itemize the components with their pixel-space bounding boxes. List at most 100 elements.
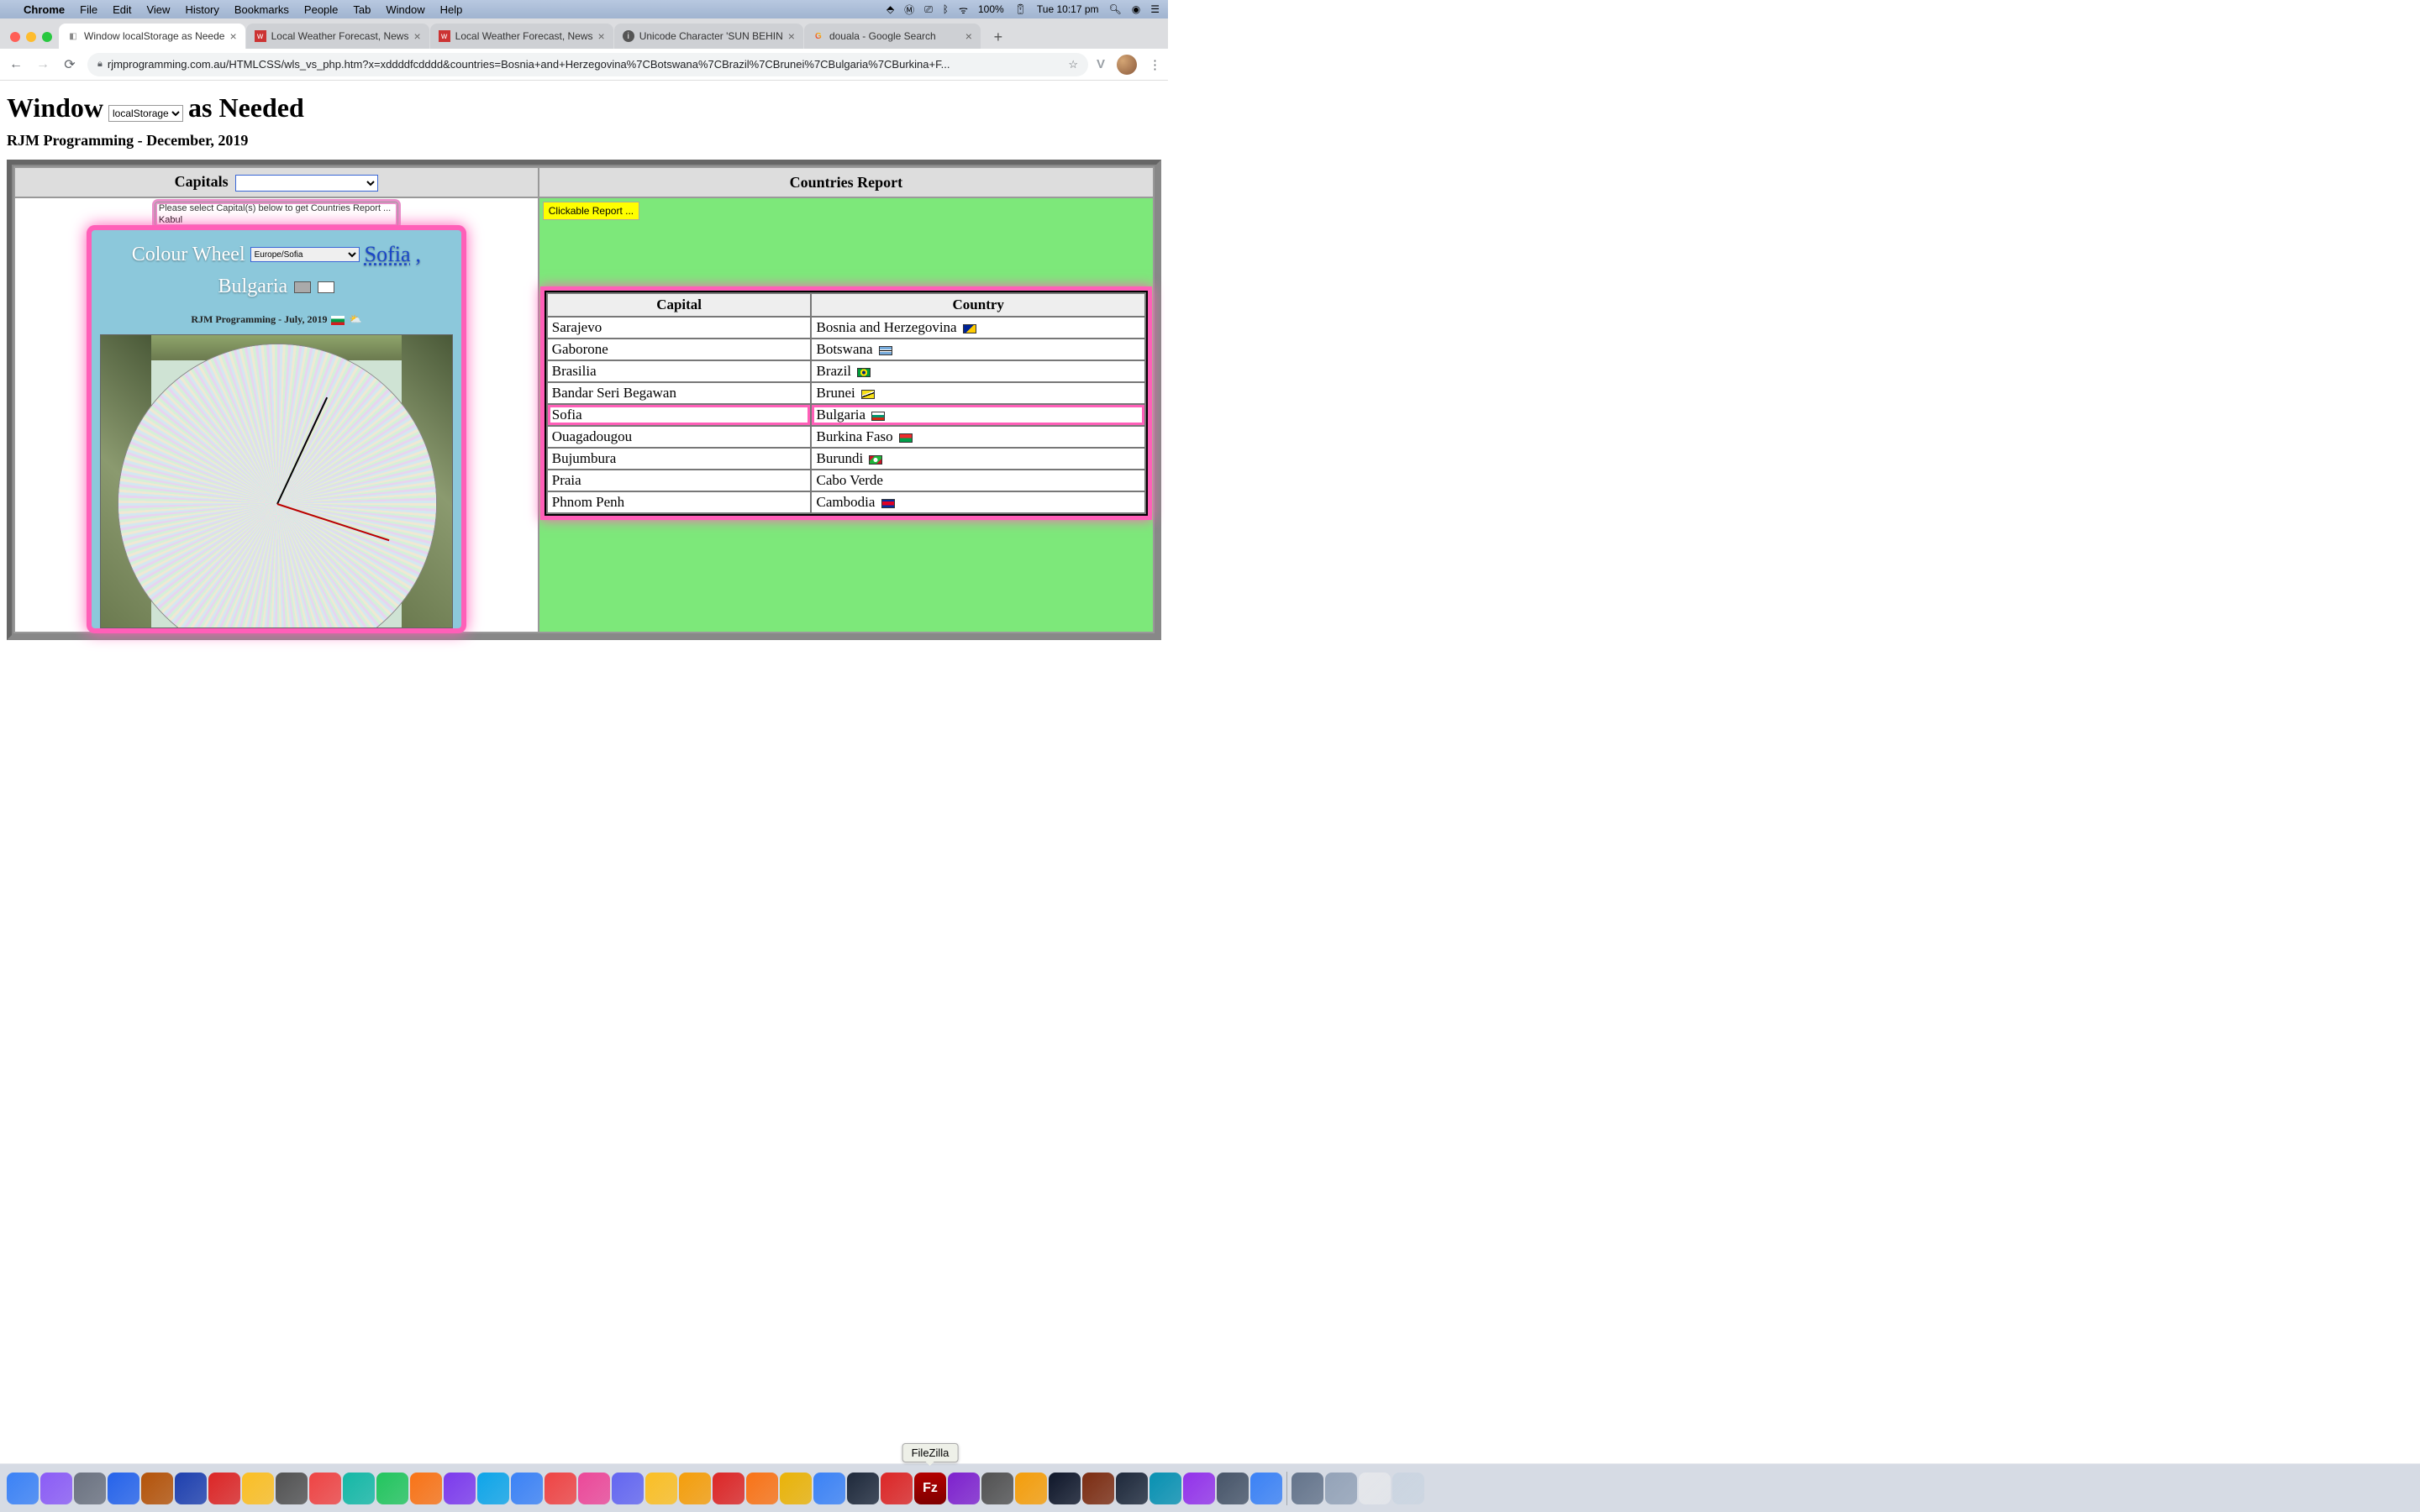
dock-app-12[interactable] xyxy=(410,1473,442,1504)
menu-edit[interactable]: Edit xyxy=(113,3,131,16)
dock-app-15[interactable] xyxy=(511,1473,543,1504)
tab-close-icon[interactable]: × xyxy=(788,29,795,43)
dock-app-5[interactable] xyxy=(175,1473,207,1504)
colour-wheel-image[interactable] xyxy=(100,334,453,628)
dock-app-32[interactable] xyxy=(1082,1473,1114,1504)
browser-tab-3[interactable]: iUnicode Character 'SUN BEHIN× xyxy=(614,24,803,49)
wheel-city-link[interactable]: Sofia xyxy=(365,242,411,267)
dock-app-13[interactable] xyxy=(444,1473,476,1504)
wheel-tz-select[interactable]: Europe/Sofia xyxy=(250,247,360,262)
forward-button[interactable]: → xyxy=(34,55,52,74)
new-tab-button[interactable]: + xyxy=(986,25,1010,49)
title-mode-select[interactable]: localStorage xyxy=(108,105,183,122)
dock-app-25[interactable] xyxy=(847,1473,879,1504)
dock-app-39[interactable] xyxy=(1325,1473,1357,1504)
display-icon[interactable]: ⎚ xyxy=(924,3,933,16)
profile-avatar[interactable] xyxy=(1117,55,1137,75)
table-row[interactable]: Phnom PenhCambodia xyxy=(547,491,1145,513)
dock-app-10[interactable] xyxy=(343,1473,375,1504)
dock-app-3[interactable] xyxy=(108,1473,139,1504)
dock-app-22[interactable] xyxy=(746,1473,778,1504)
dock-app-18[interactable] xyxy=(612,1473,644,1504)
dock-app-16[interactable] xyxy=(544,1473,576,1504)
dock-app-2[interactable] xyxy=(74,1473,106,1504)
dock-app-37[interactable] xyxy=(1250,1473,1282,1504)
table-row[interactable]: Bandar Seri BegawanBrunei xyxy=(547,382,1145,404)
dock-app-11[interactable] xyxy=(376,1473,408,1504)
dock-app-36[interactable] xyxy=(1217,1473,1249,1504)
dock-app-28[interactable] xyxy=(948,1473,980,1504)
dock-app-24[interactable] xyxy=(813,1473,845,1504)
tab-close-icon[interactable]: × xyxy=(965,29,972,43)
dock-app-30[interactable] xyxy=(1015,1473,1047,1504)
dock-app-35[interactable] xyxy=(1183,1473,1215,1504)
reload-button[interactable]: ⟳ xyxy=(60,55,79,74)
battery-percent[interactable]: 100% xyxy=(978,3,1004,15)
dock-app-1[interactable] xyxy=(40,1473,72,1504)
status-icon-1[interactable]: ⬘ xyxy=(886,3,894,15)
minimize-window-button[interactable] xyxy=(26,32,36,42)
dock-app-0[interactable] xyxy=(7,1473,39,1504)
table-row[interactable]: BrasiliaBrazil xyxy=(547,360,1145,382)
dock-app-17[interactable] xyxy=(578,1473,610,1504)
table-row[interactable]: PraiaCabo Verde xyxy=(547,470,1145,491)
menu-people[interactable]: People xyxy=(304,3,338,16)
dock-app-9[interactable] xyxy=(309,1473,341,1504)
menu-bookmarks[interactable]: Bookmarks xyxy=(234,3,289,16)
browser-tab-1[interactable]: wLocal Weather Forecast, News× xyxy=(246,24,429,49)
dock-app-8[interactable] xyxy=(276,1473,308,1504)
dock-app-31[interactable] xyxy=(1049,1473,1081,1504)
dock-app-4[interactable] xyxy=(141,1473,173,1504)
menu-app-name[interactable]: Chrome xyxy=(24,3,65,16)
dock-app-6[interactable] xyxy=(208,1473,240,1504)
wifi-icon[interactable]: ᯤ xyxy=(959,3,968,17)
capitals-option-kabul[interactable]: Kabul xyxy=(155,214,397,226)
capitals-hint-option[interactable]: Please select Capital(s) below to get Co… xyxy=(155,202,397,214)
dock-app-23[interactable] xyxy=(780,1473,812,1504)
menu-file[interactable]: File xyxy=(80,3,97,16)
dock-app-14[interactable] xyxy=(477,1473,509,1504)
menu-help[interactable]: Help xyxy=(440,3,463,16)
browser-tab-2[interactable]: wLocal Weather Forecast, News× xyxy=(430,24,613,49)
menu-window[interactable]: Window xyxy=(386,3,424,16)
dock-app-38[interactable] xyxy=(1292,1473,1323,1504)
dock-app-40[interactable] xyxy=(1359,1473,1391,1504)
table-row[interactable]: SarajevoBosnia and Herzegovina xyxy=(547,317,1145,339)
chrome-menu-icon[interactable]: ⋮ xyxy=(1149,57,1161,72)
menu-tab[interactable]: Tab xyxy=(353,3,371,16)
table-row[interactable]: GaboroneBotswana xyxy=(547,339,1145,360)
menu-view[interactable]: View xyxy=(146,3,170,16)
close-window-button[interactable] xyxy=(10,32,20,42)
back-button[interactable]: ← xyxy=(7,55,25,74)
status-icon-m[interactable]: Ⓜ xyxy=(904,3,914,17)
clickable-report-badge[interactable]: Clickable Report ... xyxy=(543,202,639,220)
dock-app-20[interactable] xyxy=(679,1473,711,1504)
table-row[interactable]: OuagadougouBurkina Faso xyxy=(547,426,1145,448)
dock-app-21[interactable] xyxy=(713,1473,744,1504)
dock-app-33[interactable] xyxy=(1116,1473,1148,1504)
extension-icon[interactable]: V xyxy=(1097,57,1105,71)
browser-tab-4[interactable]: Gdouala - Google Search× xyxy=(804,24,981,49)
tab-close-icon[interactable]: × xyxy=(598,29,605,43)
address-bar[interactable]: 🔒︎ rjmprogramming.com.au/HTMLCSS/wls_vs_… xyxy=(87,53,1088,76)
capitals-multiselect[interactable]: Please select Capital(s) below to get Co… xyxy=(155,202,398,227)
table-row[interactable]: SofiaBulgaria xyxy=(547,404,1145,426)
menu-history[interactable]: History xyxy=(185,3,218,16)
maximize-window-button[interactable] xyxy=(42,32,52,42)
clock[interactable]: Tue 10:17 pm xyxy=(1037,3,1099,15)
dock-app-29[interactable] xyxy=(981,1473,1013,1504)
tab-close-icon[interactable]: × xyxy=(413,29,420,43)
star-icon[interactable]: ☆ xyxy=(1068,58,1078,71)
dock-app-19[interactable] xyxy=(645,1473,677,1504)
spotlight-icon[interactable]: 🔍︎ xyxy=(1109,3,1122,15)
battery-icon[interactable]: 🔋︎ xyxy=(1014,3,1027,15)
tab-close-icon[interactable]: × xyxy=(229,29,236,43)
dock-app-7[interactable] xyxy=(242,1473,274,1504)
bluetooth-icon[interactable]: ᛒ xyxy=(943,3,949,15)
dock-app-26[interactable] xyxy=(881,1473,913,1504)
table-row[interactable]: BujumburaBurundi xyxy=(547,448,1145,470)
notification-center-icon[interactable]: ☰ xyxy=(1150,3,1160,15)
siri-icon[interactable]: ◉ xyxy=(1132,3,1140,15)
dock-app-34[interactable] xyxy=(1150,1473,1181,1504)
country-youtube-icon[interactable] xyxy=(318,281,334,293)
